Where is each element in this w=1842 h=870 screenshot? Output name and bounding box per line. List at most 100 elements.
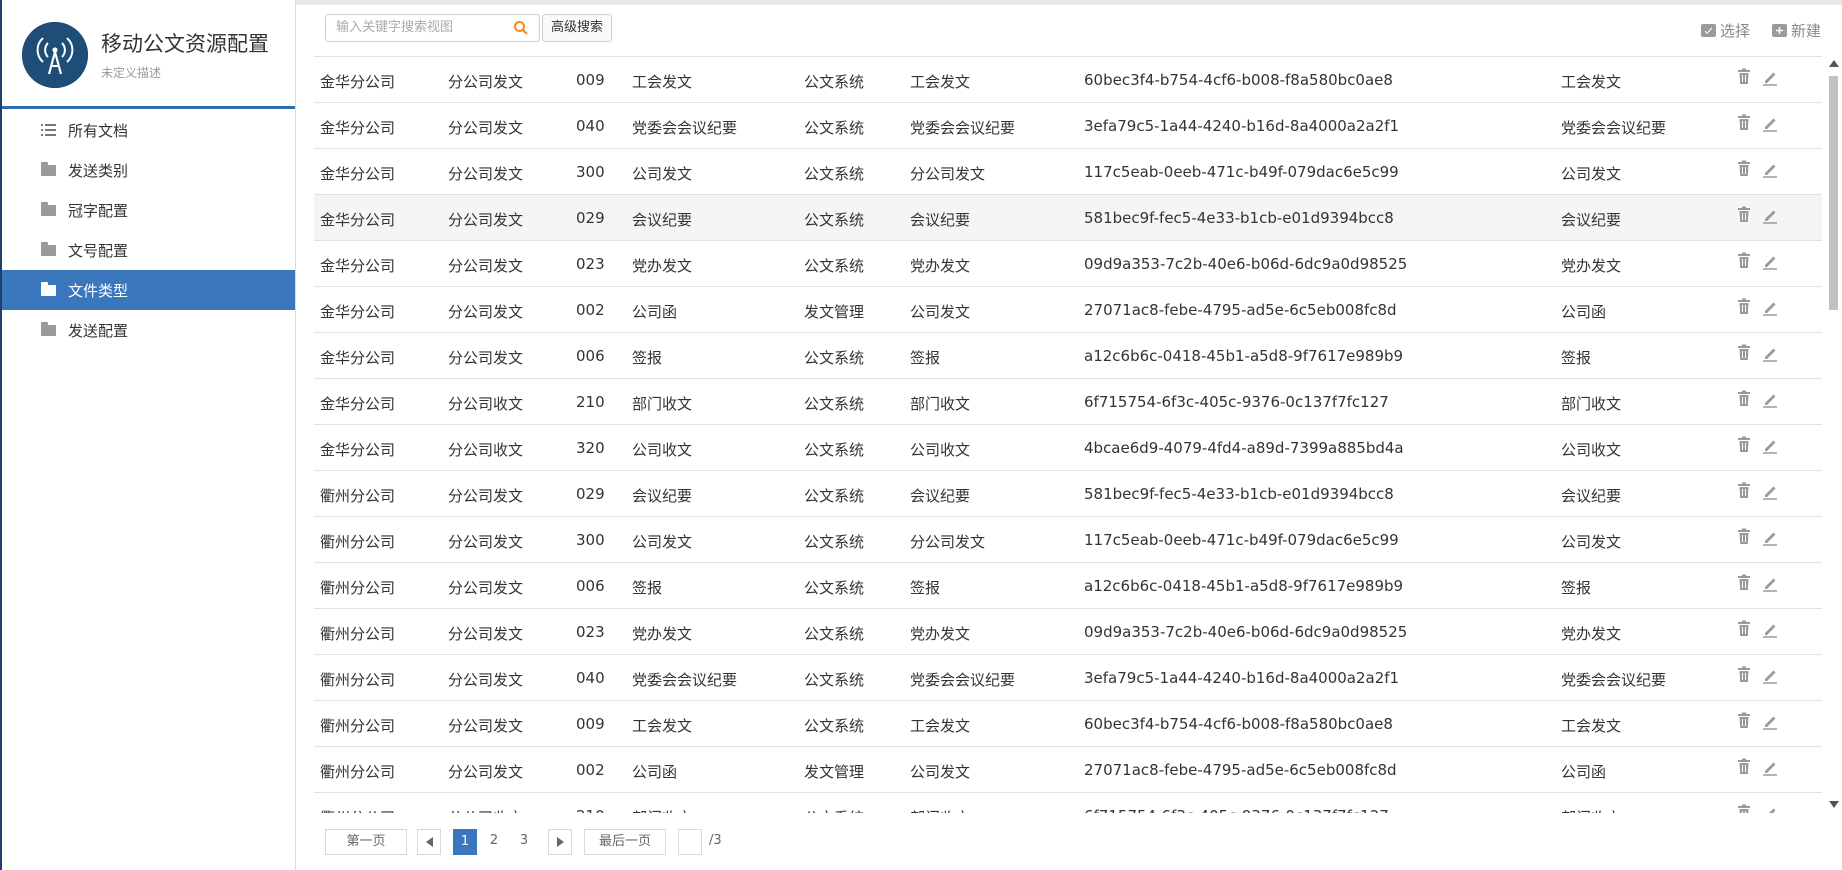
edit-icon[interactable] [1762, 252, 1778, 270]
table-row[interactable]: 金华分公司 分公司发文 040 党委会会议纪要 公文系统 党委会会议纪要 3efa79c5-… [314, 103, 1822, 149]
cell-category: 分公司发文 [448, 303, 524, 321]
table-row[interactable]: 衢州分公司 分公司发文 040 党委会会议纪要 公文系统 党委会会议纪要 3efa79c5-… [314, 655, 1822, 701]
table-row[interactable]: 衢州分公司 分公司收文 210 部门收文 公文系统 部门收文 6f715754-6f3c-4… [314, 793, 1822, 813]
trash-icon[interactable] [1736, 206, 1752, 224]
page-2-button[interactable]: 2 [483, 829, 505, 853]
trash-icon[interactable] [1736, 390, 1752, 408]
scrollbar-thumb[interactable] [1829, 76, 1838, 310]
trash-icon[interactable] [1736, 436, 1752, 454]
scroll-down-icon[interactable] [1829, 801, 1839, 808]
cell-type-name: 公司函 [1561, 763, 1607, 781]
prev-page-button[interactable] [417, 829, 441, 855]
cell-company: 金华分公司 [320, 73, 396, 91]
edit-icon[interactable] [1762, 666, 1778, 684]
vertical-scrollbar[interactable] [1826, 56, 1840, 812]
top-border [296, 0, 1842, 5]
edit-icon[interactable] [1762, 620, 1778, 638]
cell-send-type: 公司发文 [910, 763, 971, 781]
trash-icon[interactable] [1736, 68, 1752, 86]
table-row[interactable]: 衢州分公司 分公司发文 023 党办发文 公文系统 党办发文 09d9a353-7c2b-4… [314, 609, 1822, 655]
brand-header: 移动公文资源配置 未定义描述 [2, 0, 295, 109]
cell-category: 分公司发文 [448, 73, 524, 91]
trash-icon[interactable] [1736, 712, 1752, 730]
sidebar-item-0[interactable]: 所有文档 [2, 110, 295, 150]
edit-icon[interactable] [1762, 206, 1778, 224]
table-row[interactable]: 金华分公司 分公司发文 009 工会发文 公文系统 工会发文 60bec3f4-b754-4… [314, 57, 1822, 103]
edit-icon[interactable] [1762, 804, 1778, 813]
table-row[interactable]: 衢州分公司 分公司发文 029 会议纪要 公文系统 会议纪要 581bec9f-fec5-4… [314, 471, 1822, 517]
cell-category: 分公司发文 [448, 717, 524, 735]
trash-icon[interactable] [1736, 114, 1752, 132]
edit-icon[interactable] [1762, 344, 1778, 362]
cell-code: 009 [576, 71, 605, 89]
edit-icon[interactable] [1762, 68, 1778, 86]
sidebar-item-4[interactable]: 文件类型 [2, 270, 295, 310]
cell-send-type: 部门收文 [910, 395, 971, 413]
search-box[interactable] [325, 14, 540, 42]
edit-icon[interactable] [1762, 160, 1778, 178]
trash-icon[interactable] [1736, 620, 1752, 638]
cell-send-type: 党办发文 [910, 257, 971, 275]
trash-icon[interactable] [1736, 758, 1752, 776]
table-row[interactable]: 衢州分公司 分公司发文 002 公司函 发文管理 公司发文 27071ac8-febe-47… [314, 747, 1822, 793]
cell-code: 029 [576, 209, 605, 227]
edit-icon[interactable] [1762, 114, 1778, 132]
new-button[interactable]: 新建 [1772, 20, 1821, 41]
sidebar-item-1[interactable]: 发送类别 [2, 150, 295, 190]
table-row[interactable]: 金华分公司 分公司收文 320 公司收文 公文系统 公司收文 4bcae6d9-4079-4… [314, 425, 1822, 471]
cell-category: 分公司收文 [448, 807, 523, 813]
scroll-up-icon[interactable] [1829, 60, 1839, 67]
first-page-button[interactable]: 第一页 [325, 829, 407, 855]
cell-doc-type: 公司收文 [632, 441, 693, 459]
trash-icon[interactable] [1736, 574, 1752, 592]
table-row[interactable]: 衢州分公司 分公司发文 006 签报 公文系统 签报 a12c6b6c-0418-45b1-… [314, 563, 1822, 609]
trash-icon[interactable] [1736, 666, 1752, 684]
edit-icon[interactable] [1762, 390, 1778, 408]
trash-icon[interactable] [1736, 344, 1752, 362]
table-row[interactable]: 金华分公司 分公司发文 029 会议纪要 公文系统 会议纪要 581bec9f-fec5-4… [314, 195, 1822, 241]
cell-doc-type: 部门收文 [632, 807, 692, 813]
cell-category: 分公司发文 [448, 211, 524, 229]
cell-category: 分公司发文 [448, 349, 524, 367]
advanced-search-button[interactable]: 高级搜索 [542, 14, 613, 42]
cell-send-type: 会议纪要 [910, 487, 971, 505]
last-page-button[interactable]: 最后一页 [584, 829, 666, 855]
table-row[interactable]: 金华分公司 分公司发文 002 公司函 发文管理 公司发文 27071ac8-febe-47… [314, 287, 1822, 333]
search-icon[interactable] [513, 20, 529, 36]
trash-icon[interactable] [1736, 298, 1752, 316]
select-button[interactable]: 选择 [1701, 20, 1750, 41]
sidebar-item-2[interactable]: 冠字配置 [2, 190, 295, 230]
edit-icon[interactable] [1762, 528, 1778, 546]
search-input[interactable] [334, 19, 508, 36]
cell-doc-type: 会议纪要 [632, 487, 693, 505]
edit-icon[interactable] [1762, 758, 1778, 776]
table-row[interactable]: 金华分公司 分公司发文 023 党办发文 公文系统 党办发文 09d9a353-7c2b-4… [314, 241, 1822, 287]
page-1-button[interactable]: 1 [453, 829, 477, 855]
edit-icon[interactable] [1762, 436, 1778, 454]
page-number-input[interactable] [678, 829, 702, 855]
app-description: 未定义描述 [101, 66, 162, 80]
cell-category: 分公司发文 [448, 119, 524, 137]
cell-send-type: 工会发文 [910, 717, 971, 735]
edit-icon[interactable] [1762, 574, 1778, 592]
cell-category: 分公司发文 [448, 165, 524, 183]
trash-icon[interactable] [1736, 528, 1752, 546]
table-row[interactable]: 金华分公司 分公司收文 210 部门收文 公文系统 部门收文 6f715754-6f3c-4… [314, 379, 1822, 425]
trash-icon[interactable] [1736, 804, 1752, 813]
cell-code: 040 [576, 669, 605, 687]
table-row[interactable]: 金华分公司 分公司发文 006 签报 公文系统 签报 a12c6b6c-0418-45b1-… [314, 333, 1822, 379]
sidebar-item-3[interactable]: 文号配置 [2, 230, 295, 270]
next-page-button[interactable] [548, 829, 572, 855]
table-row[interactable]: 金华分公司 分公司发文 300 公司发文 公文系统 分公司发文 117c5eab-0eeb-… [314, 149, 1822, 195]
trash-icon[interactable] [1736, 252, 1752, 270]
cell-system: 发文管理 [804, 763, 865, 781]
edit-icon[interactable] [1762, 482, 1778, 500]
edit-icon[interactable] [1762, 712, 1778, 730]
trash-icon[interactable] [1736, 482, 1752, 500]
table-row[interactable]: 衢州分公司 分公司发文 009 工会发文 公文系统 工会发文 60bec3f4-b754-4… [314, 701, 1822, 747]
table-row[interactable]: 衢州分公司 分公司发文 300 公司发文 公文系统 分公司发文 117c5eab-0eeb-… [314, 517, 1822, 563]
sidebar-item-5[interactable]: 发送配置 [2, 310, 295, 350]
edit-icon[interactable] [1762, 298, 1778, 316]
page-3-button[interactable]: 3 [513, 829, 535, 853]
trash-icon[interactable] [1736, 160, 1752, 178]
